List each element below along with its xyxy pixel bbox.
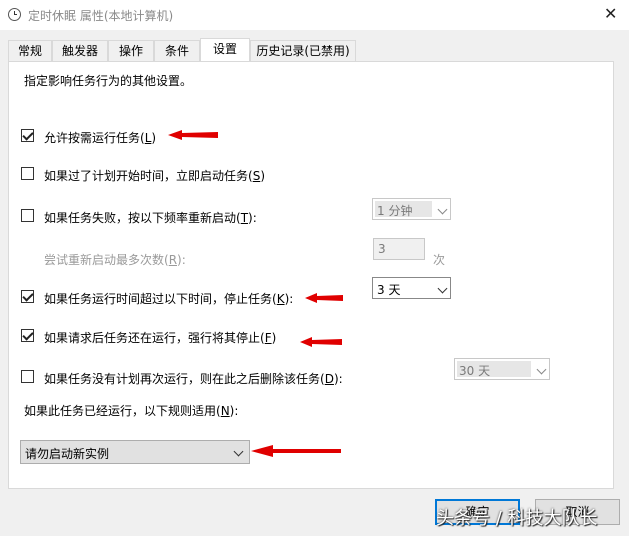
restart-attempts-input[interactable]: 3 — [373, 238, 425, 260]
stop-duration-select[interactable]: 3 天 — [372, 277, 451, 299]
clock-icon — [8, 8, 21, 21]
red-arrow-annotation — [168, 130, 218, 140]
stop-if-runs-longer-checkbox[interactable] — [21, 290, 34, 303]
allow-on-demand-label[interactable]: 允许按需运行任务(L) — [44, 129, 156, 146]
tab-actions[interactable]: 操作 — [108, 40, 154, 61]
run-if-missed-label[interactable]: 如果过了计划开始时间，立即启动任务(S) — [44, 167, 265, 184]
restart-attempts-unit: 次 — [433, 253, 446, 267]
delete-if-not-scheduled-checkbox[interactable] — [21, 370, 34, 383]
force-stop-checkbox[interactable] — [21, 329, 34, 342]
allow-on-demand-checkbox[interactable] — [21, 129, 34, 142]
restart-on-failure-checkbox[interactable] — [21, 209, 34, 222]
chevron-down-icon — [536, 364, 547, 375]
restart-attempts-label: 尝试重新启动最多次数(R): — [44, 253, 186, 267]
tab-triggers[interactable]: 触发器 — [52, 40, 108, 61]
run-if-missed-checkbox[interactable] — [21, 167, 34, 180]
chevron-down-icon — [437, 204, 448, 215]
settings-description: 指定影响任务行为的其他设置。 — [24, 74, 193, 88]
tab-conditions[interactable]: 条件 — [154, 40, 200, 61]
restart-on-failure-label[interactable]: 如果任务失败，按以下频率重新启动(T): — [44, 209, 257, 226]
red-arrow-annotation — [305, 293, 343, 303]
delete-if-not-scheduled-label[interactable]: 如果任务没有计划再次运行，则在此之后删除该任务(D): — [44, 370, 343, 387]
tab-history[interactable]: 历史记录(已禁用) — [250, 40, 356, 61]
tab-settings[interactable]: 设置 — [200, 38, 250, 61]
tab-general[interactable]: 常规 — [8, 40, 52, 61]
close-icon[interactable]: ✕ — [604, 4, 617, 23]
force-stop-label[interactable]: 如果请求后任务还在运行，强行将其停止(F) — [44, 329, 276, 346]
settings-panel — [8, 61, 614, 489]
running-rule-select[interactable]: 请勿启动新实例 — [20, 440, 250, 464]
restart-interval-select[interactable]: 1 分钟 — [372, 198, 451, 220]
delete-after-select[interactable]: 30 天 — [454, 358, 550, 380]
red-arrow-annotation — [300, 337, 342, 347]
stop-if-runs-longer-label[interactable]: 如果任务运行时间超过以下时间，停止任务(K): — [44, 290, 293, 307]
red-arrow-annotation — [251, 445, 341, 457]
chevron-down-icon — [437, 283, 448, 294]
running-rule-label: 如果此任务已经运行，以下规则适用(N): — [24, 404, 239, 418]
title-bar: 定时休眠 属性(本地计算机) ✕ — [0, 0, 629, 30]
window-title: 定时休眠 属性(本地计算机) — [28, 9, 174, 23]
chevron-down-icon — [233, 446, 244, 457]
watermark: 头条号 / 科技大队长 — [436, 508, 598, 529]
